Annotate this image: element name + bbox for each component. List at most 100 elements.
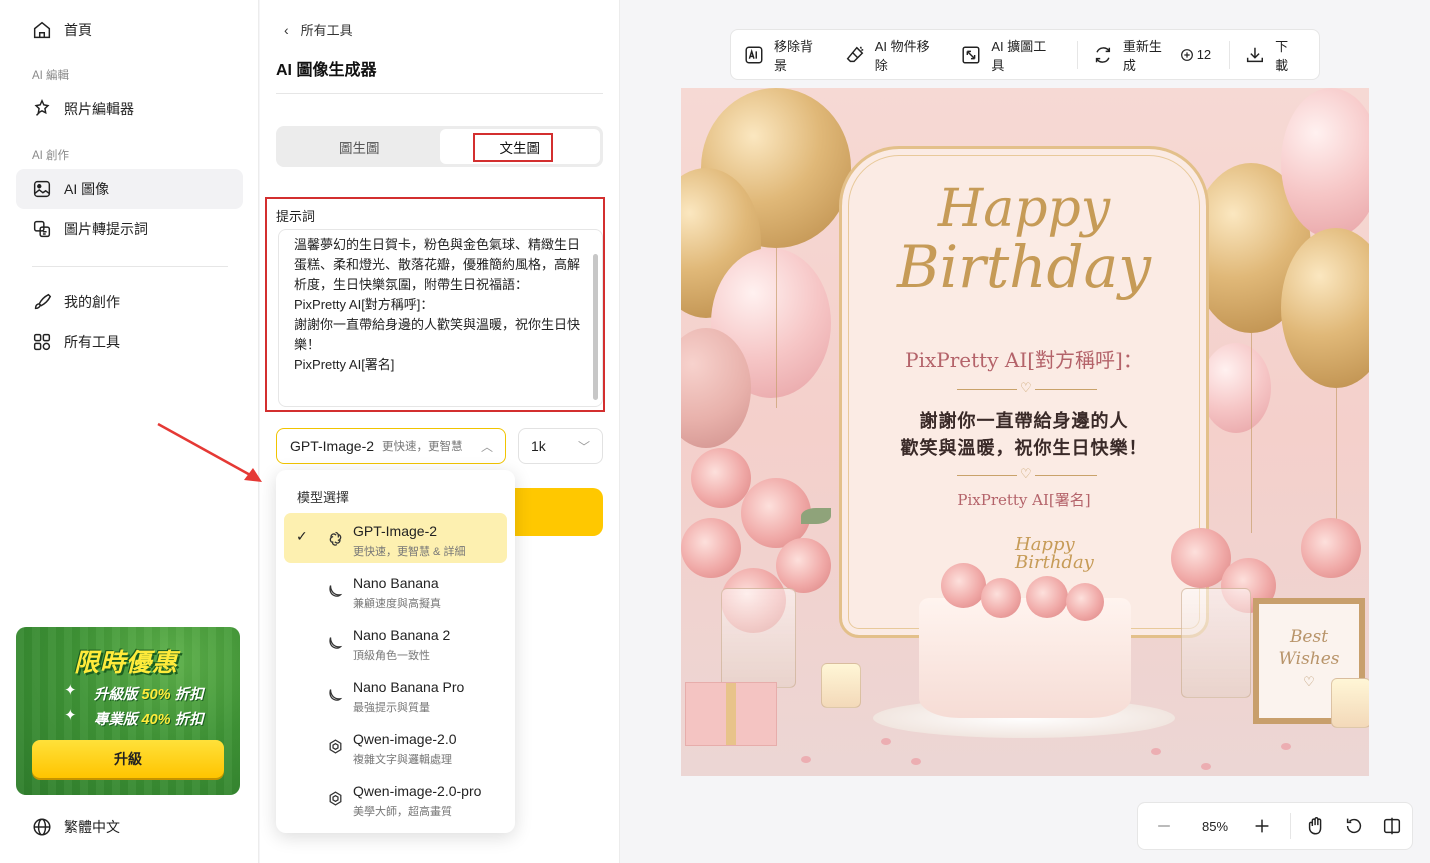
upgrade-button[interactable]: 升級 bbox=[32, 740, 224, 778]
remove-background-button[interactable]: 移除背景 bbox=[743, 36, 826, 74]
model-option-desc: 更快速，更智慧 & 詳細 bbox=[353, 546, 466, 558]
prompt-scrollbar[interactable] bbox=[593, 254, 598, 400]
candle-jar bbox=[1331, 678, 1369, 728]
dropdown-title: 模型選擇 bbox=[297, 490, 350, 505]
check-icon: ✓ bbox=[296, 528, 308, 544]
rose bbox=[981, 578, 1021, 618]
glass-vase bbox=[721, 588, 796, 688]
brush-icon bbox=[34, 293, 52, 310]
plus-icon bbox=[1255, 819, 1269, 833]
model-option-desc: 美學大師，超高畫質 bbox=[353, 806, 452, 818]
model-option-qwen-image-2-pro[interactable]: Qwen-image-2.0-pro 美學大師，超高畫質 bbox=[284, 773, 507, 823]
banana-icon bbox=[329, 637, 343, 649]
grid-icon bbox=[33, 333, 51, 351]
hand-icon bbox=[1308, 817, 1322, 835]
nav-label: 圖片轉提示詞 bbox=[64, 221, 148, 237]
nav-label: AI 圖像 bbox=[64, 181, 110, 197]
tab-text-to-image[interactable]: 文生圖 bbox=[439, 129, 600, 164]
card-message-line1: 謝謝你一直帶給身邊的人 bbox=[919, 411, 1129, 432]
rose bbox=[681, 518, 741, 578]
canvas-area: 移除背景 AI 物件移除 AI 擴圖工具 重新生成 12 下載 Happy Bi… bbox=[621, 0, 1430, 863]
cake-topper: Happy Birthday bbox=[1015, 536, 1094, 572]
promo-suffix: 折扣 bbox=[170, 687, 204, 703]
tab-image-to-image[interactable]: 圖生圖 bbox=[279, 129, 440, 164]
nav-item-all-tools[interactable]: 所有工具 bbox=[16, 322, 243, 362]
magic-star-icon bbox=[34, 98, 50, 116]
zoom-in-button[interactable] bbox=[1240, 803, 1284, 849]
annotation-arrow bbox=[157, 422, 262, 482]
rose bbox=[1026, 576, 1068, 618]
toolbar-label: 重新生成 bbox=[1122, 38, 1162, 73]
promo-plan: 升級版 bbox=[94, 687, 142, 703]
nav-section-create: AI 創作 bbox=[32, 150, 70, 162]
petal bbox=[1281, 743, 1291, 750]
expand-image-button[interactable]: AI 擴圖工具 bbox=[960, 36, 1059, 74]
nav-item-image-to-prompt[interactable]: 圖片轉提示詞 bbox=[16, 209, 243, 249]
rose bbox=[1301, 518, 1361, 578]
pan-tool-button[interactable] bbox=[1297, 803, 1335, 849]
zoom-out-button[interactable] bbox=[1138, 803, 1190, 849]
mode-switch: 圖生圖 文生圖 bbox=[276, 126, 603, 167]
zoom-level: 85% bbox=[1201, 818, 1229, 834]
highlight-box bbox=[472, 133, 553, 162]
balloon-string bbox=[1251, 333, 1252, 533]
zoom-bar: 85% bbox=[1137, 802, 1413, 850]
card-happy-text: Happy bbox=[937, 179, 1111, 239]
petal bbox=[1151, 748, 1161, 755]
regenerate-button[interactable]: 重新生成 12 bbox=[1092, 36, 1211, 74]
prompt-label: 提示詞 bbox=[276, 209, 316, 224]
model-dropdown: 模型選擇 ✓ GPT-Image-2 更快速，更智慧 & 詳細 Nano Ban… bbox=[276, 470, 515, 833]
nav-item-ai-image[interactable]: AI 圖像 bbox=[16, 169, 243, 209]
topper-line: Birthday bbox=[1015, 552, 1094, 573]
model-option-desc: 頂級角色一致性 bbox=[353, 650, 430, 662]
banana-icon bbox=[329, 689, 343, 701]
language-selector[interactable]: 繁體中文 bbox=[16, 807, 243, 847]
model-desc: 更快速，更智慧 bbox=[382, 441, 463, 453]
credits-value: 12 bbox=[1196, 47, 1212, 62]
back-link[interactable]: ‹ 所有工具 bbox=[284, 20, 353, 39]
model-option-desc: 兼顧速度與高擬真 bbox=[353, 598, 441, 610]
gift-box bbox=[685, 682, 777, 746]
download-button[interactable]: 下載 bbox=[1244, 36, 1301, 74]
petal bbox=[911, 758, 921, 765]
image-toolbar: 移除背景 AI 物件移除 AI 擴圖工具 重新生成 12 下載 bbox=[730, 29, 1320, 80]
object-remove-button[interactable]: AI 物件移除 bbox=[844, 36, 943, 74]
model-option-name: Qwen-image-2.0 bbox=[353, 731, 457, 747]
frame-line: Best bbox=[1289, 627, 1329, 647]
nav-item-photo-editor[interactable]: 照片編輯器 bbox=[16, 89, 243, 129]
nav-item-home[interactable]: 首頁 bbox=[16, 10, 243, 50]
reset-view-button[interactable] bbox=[1335, 803, 1373, 849]
model-option-nano-banana[interactable]: Nano Banana 兼顧速度與高擬真 bbox=[284, 565, 507, 615]
toolbar-separator bbox=[1077, 40, 1079, 69]
ai-image-icon bbox=[33, 180, 51, 198]
expand-icon bbox=[962, 45, 980, 64]
generate-button[interactable] bbox=[500, 488, 603, 536]
model-option-nano-banana-2[interactable]: Nano Banana 2 頂級角色一致性 bbox=[284, 617, 507, 667]
rose bbox=[776, 538, 831, 593]
promo-plan: 專業版 bbox=[94, 712, 142, 728]
globe-icon bbox=[33, 818, 51, 836]
compare-button[interactable] bbox=[1373, 803, 1411, 849]
toolbar-label: 移除背景 bbox=[773, 38, 813, 73]
rotate-icon bbox=[1346, 818, 1362, 834]
model-option-nano-banana-pro[interactable]: Nano Banana Pro 最強提示與質量 bbox=[284, 669, 507, 719]
model-option-name: Qwen-image-2.0-pro bbox=[353, 783, 482, 799]
rose bbox=[1066, 583, 1104, 621]
download-icon bbox=[1247, 47, 1264, 62]
nav-section-edit: AI 編輯 bbox=[32, 70, 70, 82]
model-option-gpt-image-2[interactable]: ✓ GPT-Image-2 更快速，更智慧 & 詳細 bbox=[284, 513, 507, 563]
nav-label: 我的創作 bbox=[64, 294, 120, 310]
model-option-qwen-image-2[interactable]: Qwen-image-2.0 複雜文字與邏輯處理 bbox=[284, 721, 507, 771]
petal bbox=[881, 738, 891, 745]
model-select[interactable]: GPT-Image-2 更快速，更智慧 ︿ bbox=[276, 428, 506, 464]
nav-item-my-creations[interactable]: 我的創作 bbox=[16, 282, 243, 322]
card-signature-text: PixPretty AI[署名] bbox=[957, 491, 1091, 509]
sparkle-icon: ✦ bbox=[64, 682, 77, 699]
prompt-textarea[interactable]: 溫馨夢幻的生日賀卡，粉色與金色氣球、精緻生日蛋糕、柔和燈光、散落花瓣，優雅簡約風… bbox=[278, 229, 603, 407]
generated-image[interactable]: Happy Birthday PixPretty AI[對方稱呼]： 謝謝你一直… bbox=[681, 88, 1369, 776]
tool-panel: ‹ 所有工具 AI 圖像生成器 圖生圖 文生圖 提示詞 溫馨夢幻的生日賀卡，粉色… bbox=[260, 0, 620, 863]
resolution-select[interactable]: 1k ﹀ bbox=[518, 428, 603, 464]
rose bbox=[691, 448, 751, 508]
credits-counter: 12 bbox=[1179, 47, 1211, 63]
ornament-divider bbox=[957, 380, 1097, 396]
